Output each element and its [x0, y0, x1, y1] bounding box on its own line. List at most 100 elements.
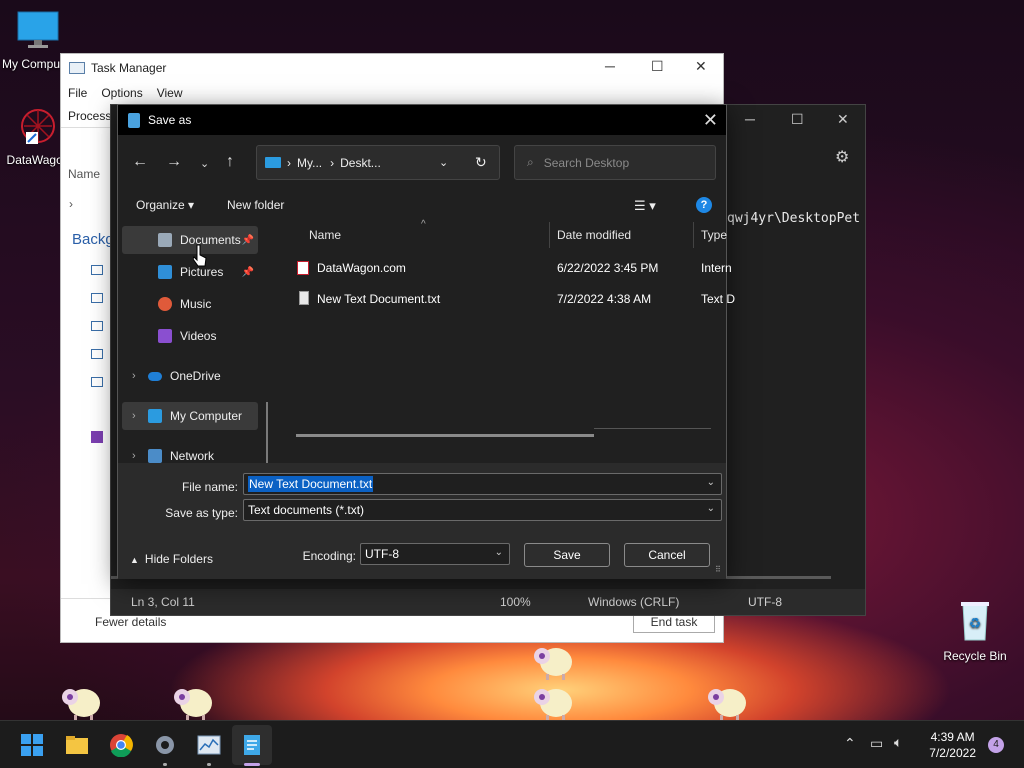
view-options-icon[interactable]: ☰ ▾: [634, 198, 656, 214]
minimize-icon[interactable]: ─: [745, 111, 755, 127]
address-dropdown-icon[interactable]: ⌄: [439, 156, 448, 169]
breadcrumb-desktop[interactable]: Deskt...: [340, 156, 381, 170]
pin-icon[interactable]: 📌: [242, 235, 254, 246]
volume-icon[interactable]: 🔈︎: [894, 734, 902, 751]
file-name-value: New Text Document.txt: [248, 476, 374, 492]
column-type[interactable]: Type: [701, 228, 727, 242]
search-icon: ⌕: [527, 155, 534, 169]
resize-grip-icon[interactable]: ⠿: [715, 565, 721, 574]
nav-label: Network: [170, 449, 215, 463]
task-manager-icon[interactable]: [197, 733, 221, 757]
save-button[interactable]: Save: [524, 543, 610, 567]
task-manager-title: Task Manager: [91, 61, 167, 75]
file-explorer-icon[interactable]: [65, 733, 89, 757]
breadcrumb-separator-icon: ›: [330, 155, 335, 170]
help-icon[interactable]: ?: [696, 197, 712, 213]
nav-item-videos[interactable]: Videos: [122, 322, 258, 350]
mouse-cursor-icon: [193, 244, 207, 267]
new-folder-button[interactable]: New folder: [227, 198, 284, 212]
cancel-button[interactable]: Cancel: [624, 543, 710, 567]
videos-icon: [158, 329, 172, 343]
menu-file[interactable]: File: [68, 86, 87, 100]
save-options-panel: File name: New Text Document.txt ⌄ Save …: [118, 463, 726, 579]
save-as-dialog: Save as ✕ ← → ⌄ ↑ › My... › Deskt... ⌄ ↻…: [117, 104, 735, 579]
file-row[interactable]: New Text Document.txt 7/2/2022 4:38 AM T…: [293, 285, 735, 313]
svg-text:♻: ♻: [969, 616, 982, 632]
breadcrumb-my-computer[interactable]: My...: [297, 156, 322, 170]
search-box[interactable]: ⌕ Search Desktop: [514, 145, 716, 180]
minimize-icon[interactable]: ─: [605, 58, 615, 74]
file-date: 7/2/2022 4:38 AM: [557, 292, 652, 306]
notification-badge[interactable]: 4: [988, 737, 1004, 753]
nav-item-music[interactable]: Music: [122, 290, 258, 318]
close-icon[interactable]: ✕: [837, 111, 849, 128]
settings-gear-icon[interactable]: [153, 733, 177, 757]
nav-item-documents[interactable]: Documents 📌: [122, 226, 258, 254]
dialog-titlebar[interactable]: Save as: [118, 105, 726, 135]
settings-gear-icon[interactable]: ⚙: [835, 147, 849, 167]
running-indicator: [163, 763, 167, 766]
dialog-title: Save as: [148, 113, 192, 127]
clock[interactable]: 4:39 AM 7/2/2022: [929, 729, 976, 761]
chevron-down-icon[interactable]: ⌄: [707, 503, 715, 514]
task-manager-titlebar[interactable]: Task Manager: [61, 54, 723, 82]
refresh-icon[interactable]: ↻: [475, 154, 487, 171]
maximize-icon[interactable]: ☐: [791, 111, 804, 128]
column-name[interactable]: Name: [68, 167, 100, 181]
running-indicator: [207, 763, 211, 766]
expand-chevron-icon[interactable]: ›: [132, 410, 136, 422]
task-manager-icon: [69, 62, 85, 74]
computer-icon: [265, 157, 281, 168]
documents-icon: [158, 233, 172, 247]
start-windows-icon[interactable]: [20, 733, 44, 757]
close-icon[interactable]: ✕: [695, 58, 707, 75]
network-icon: [148, 449, 162, 463]
datawagon-file-icon: [297, 261, 309, 275]
encoding-select[interactable]: UTF-8 ⌄: [360, 543, 510, 565]
sort-arrow-icon: ^: [421, 219, 426, 230]
process-icon: [91, 377, 103, 387]
file-name-input[interactable]: New Text Document.txt ⌄: [243, 473, 722, 495]
save-as-type-select[interactable]: Text documents (*.txt) ⌄: [243, 499, 722, 521]
organize-button[interactable]: Organize ▾: [136, 198, 194, 212]
nav-item-pictures[interactable]: Pictures 📌: [122, 258, 258, 286]
save-as-type-value: Text documents (*.txt): [248, 503, 365, 517]
column-name[interactable]: Name: [309, 228, 341, 242]
chevron-down-icon[interactable]: ⌄: [495, 547, 503, 558]
nav-item-onedrive[interactable]: › OneDrive: [122, 362, 258, 390]
show-hidden-icons-icon[interactable]: ⌃: [844, 735, 856, 752]
expand-chevron-icon[interactable]: ›: [132, 450, 136, 462]
address-bar[interactable]: › My... › Deskt... ⌄ ↻: [256, 145, 500, 180]
encoding-value: UTF-8: [365, 547, 399, 561]
horizontal-scrollbar[interactable]: [296, 434, 594, 437]
status-encoding: UTF-8: [748, 595, 782, 609]
hide-folders-button[interactable]: ▲ Hide Folders: [130, 552, 213, 566]
chrome-icon[interactable]: [109, 733, 133, 757]
editor-text[interactable]: qwj4yr\DesktopPet: [727, 211, 860, 226]
chevron-down-icon[interactable]: ⌄: [707, 477, 715, 488]
menu-view[interactable]: View: [157, 86, 183, 100]
nav-label: OneDrive: [170, 369, 221, 383]
back-arrow-icon[interactable]: ←: [132, 153, 148, 171]
desktop-icon-recycle-bin[interactable]: ♻ Recycle Bin: [937, 598, 1013, 663]
notepad-icon[interactable]: [240, 733, 264, 757]
expand-chevron-icon[interactable]: ›: [69, 197, 73, 211]
active-indicator: [244, 763, 260, 766]
nav-label: Videos: [180, 329, 217, 343]
menu-options[interactable]: Options: [101, 86, 142, 100]
up-arrow-icon[interactable]: ↑: [226, 153, 234, 171]
column-divider: [693, 222, 694, 248]
nav-item-my-computer[interactable]: › My Computer: [122, 402, 258, 430]
expand-chevron-icon[interactable]: ›: [132, 370, 136, 382]
forward-arrow-icon[interactable]: →: [166, 153, 182, 171]
network-icon[interactable]: ▭: [870, 735, 883, 752]
file-row[interactable]: DataWagon.com 6/22/2022 3:45 PM Intern: [293, 254, 732, 282]
fewer-details-link[interactable]: Fewer details: [95, 615, 166, 629]
close-icon[interactable]: ✕: [703, 110, 718, 131]
maximize-icon[interactable]: ☐: [651, 58, 664, 75]
column-date-modified[interactable]: Date modified: [557, 228, 631, 242]
nav-label: My Computer: [170, 409, 243, 423]
pin-icon[interactable]: 📌: [242, 267, 254, 278]
desktop-icon-label: Recycle Bin: [943, 649, 1007, 663]
recent-locations-chevron-icon[interactable]: ⌄: [200, 157, 209, 170]
